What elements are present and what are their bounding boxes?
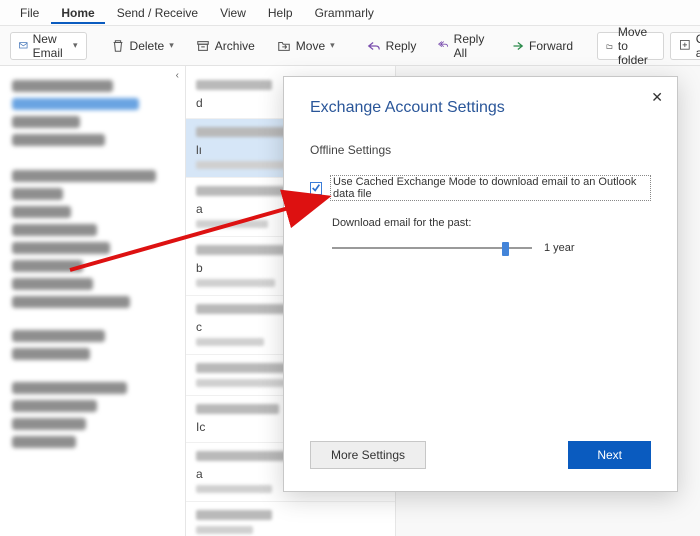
chevron-down-icon: ▾: [169, 40, 174, 51]
download-label: Download email for the past:: [332, 217, 651, 229]
slider-value: 1 year: [544, 242, 575, 254]
new-email-button[interactable]: New Email ▾: [10, 32, 87, 60]
menu-bar: File Home Send / Receive View Help Gramm…: [0, 0, 700, 26]
reply-button[interactable]: Reply: [359, 32, 425, 60]
archive-label: Archive: [215, 39, 255, 53]
create-button[interactable]: Create a: [670, 32, 700, 60]
reply-all-icon: [438, 39, 448, 53]
forward-label: Forward: [529, 39, 573, 53]
cached-mode-label: Use Cached Exchange Mode to download ema…: [330, 175, 651, 201]
menu-help[interactable]: Help: [258, 2, 303, 24]
forward-button[interactable]: Forward: [502, 32, 581, 60]
create-icon: [679, 39, 691, 53]
download-range-slider[interactable]: [332, 241, 532, 255]
close-button[interactable]: ✕: [647, 85, 667, 110]
move-to-folder-label: Move to folder: [618, 25, 655, 67]
move-label: Move: [296, 39, 325, 53]
reply-icon: [367, 39, 381, 53]
list-item[interactable]: [186, 502, 395, 536]
forward-icon: [510, 39, 524, 53]
collapse-nav-icon[interactable]: ‹: [176, 70, 179, 81]
menu-grammarly[interactable]: Grammarly: [305, 2, 384, 24]
delete-button[interactable]: Delete ▾: [103, 32, 182, 60]
trash-icon: [111, 39, 125, 53]
menu-sendreceive[interactable]: Send / Receive: [107, 2, 208, 24]
folder-nav: ‹: [0, 66, 186, 536]
menu-view[interactable]: View: [210, 2, 256, 24]
section-label: Offline Settings: [310, 143, 651, 157]
archive-icon: [196, 39, 210, 53]
menu-file[interactable]: File: [10, 2, 49, 24]
next-button[interactable]: Next: [568, 441, 651, 469]
delete-label: Delete: [130, 39, 165, 53]
move-button[interactable]: Move ▾: [269, 32, 343, 60]
folder-icon: [606, 39, 613, 53]
reply-all-label: Reply All: [454, 32, 488, 60]
reply-label: Reply: [386, 39, 417, 53]
chevron-down-icon: ▾: [330, 40, 335, 51]
create-label: Create a: [696, 32, 700, 60]
toolbar: New Email ▾ Delete ▾ Archive Move ▾ Repl…: [0, 26, 700, 66]
folder-move-icon: [277, 39, 291, 53]
chevron-down-icon: ▾: [73, 40, 78, 51]
archive-button[interactable]: Archive: [188, 32, 263, 60]
new-email-label: New Email: [33, 32, 68, 60]
dialog-title: Exchange Account Settings: [310, 99, 651, 117]
mail-icon: [19, 39, 28, 53]
more-settings-button[interactable]: More Settings: [310, 441, 426, 469]
exchange-settings-dialog: ✕ Exchange Account Settings Offline Sett…: [283, 76, 678, 492]
cached-mode-checkbox[interactable]: [310, 182, 322, 195]
reply-all-button[interactable]: Reply All: [430, 32, 496, 60]
move-to-folder-button[interactable]: Move to folder: [597, 32, 664, 60]
menu-home[interactable]: Home: [51, 2, 104, 24]
